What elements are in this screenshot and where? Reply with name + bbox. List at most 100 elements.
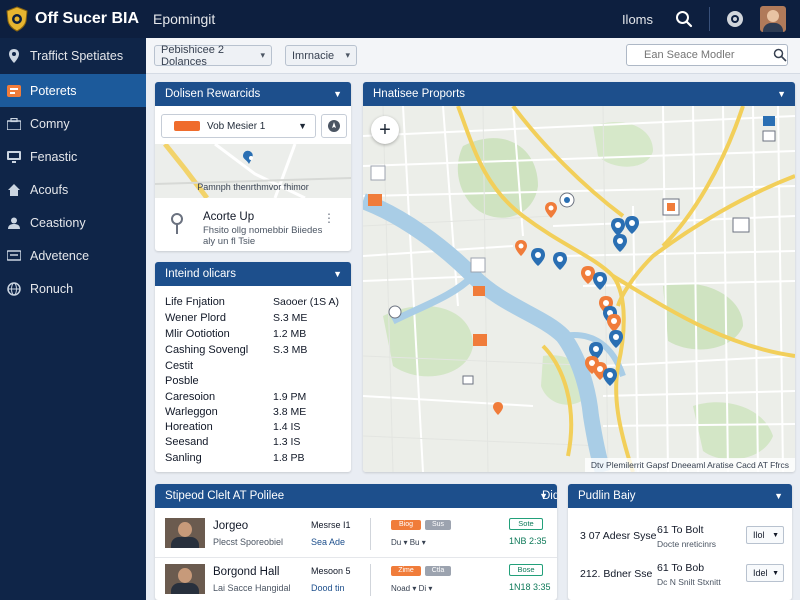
staff-role: Plecst Sporeobiel: [213, 537, 284, 547]
sidebar-item-advetence[interactable]: Advetence: [0, 239, 146, 272]
map-search-input[interactable]: [626, 44, 788, 66]
type-tag: Ctla: [425, 566, 451, 576]
date-range-select[interactable]: Pebishicee 2 Dolances ▾: [154, 43, 272, 68]
info-row-label: Mlir Ootiotion: [165, 328, 230, 340]
info-row-label: Horeation: [165, 421, 213, 433]
sidebar-item-label: Ceastiony: [30, 215, 86, 230]
public-panel-header[interactable]: Pudlin Baiy ▼: [568, 484, 792, 508]
staff-role: Lai Sacce Hangidal: [213, 583, 291, 593]
mini-map-caption: Pamnph thenrthmvor fhimor: [197, 182, 309, 192]
info-row-label: Wener Plord: [165, 312, 226, 324]
monitor-icon: [6, 149, 22, 165]
settings-gear-icon[interactable]: [722, 6, 748, 32]
chevron-down-icon: ▼: [298, 121, 307, 131]
info-row-value: 1.4 IS: [273, 421, 301, 433]
info-row-value: S.3 ME: [273, 312, 308, 324]
status-time: 1NB 2:35: [509, 536, 547, 546]
pub-select[interactable]: Ilol ▼: [746, 526, 784, 544]
tag-selectors[interactable]: Noad ▾ Di ▾: [391, 584, 432, 593]
sidebar-item-label: Acoufs: [30, 182, 69, 197]
user-avatar[interactable]: [760, 6, 786, 32]
info-panel-header[interactable]: Inteind olicars ▼: [155, 262, 351, 286]
more-options-icon[interactable]: ⋮: [323, 211, 335, 225]
info-row-value: 1.2 MB: [273, 328, 307, 340]
chevron-down-icon[interactable]: ▼: [777, 89, 786, 99]
staff-column-title: Didicellations: [542, 490, 557, 502]
pub-select-value: Ilol: [753, 530, 765, 540]
chevron-down-icon: ▼: [772, 569, 779, 577]
sidebar-item-poterets[interactable]: Poterets: [0, 74, 146, 107]
staff-panel-header[interactable]: Stipeod Clelt AT Polilee Didicellations …: [155, 484, 557, 508]
table-row[interactable]: Borgond Hall Lai Sacce Hangidal Mesoon 5…: [155, 558, 557, 600]
filter-bar: Pebishicee 2 Dolances ▾ Imrnacie ▾: [146, 38, 800, 74]
chevron-down-icon[interactable]: ▼: [774, 491, 783, 501]
table-row[interactable]: Jorgeo Plecst Sporeobiel Mesrse I1 Sea A…: [155, 512, 557, 558]
location-item[interactable]: Acorte Up Fhsito ollg nomebbir Biiedes a…: [155, 200, 351, 251]
list-item[interactable]: 212. Bdner Sse 61 To Bob Dc N Snilt Stxn…: [568, 556, 792, 598]
sidebar-item-fenastic[interactable]: Fenastic: [0, 140, 146, 173]
map-panel-header[interactable]: Hnatisee Proports ▼: [363, 82, 795, 106]
sidebar-item-ceastiony[interactable]: Ceastiony: [0, 206, 146, 239]
public-panel: Pudlin Baiy ▼ 3 07 Adesr Syse 61 To Bolt…: [568, 484, 792, 600]
info-panel-title: Inteind olicars: [165, 268, 236, 280]
location-panel-header[interactable]: Dolisen Rewarcids ▼: [155, 82, 351, 106]
sidebar-header-label: Traffict Spetiates: [30, 49, 124, 63]
search-icon[interactable]: [773, 48, 787, 62]
status-time: 1N18 3:35: [509, 582, 551, 592]
status-badge: Sote: [509, 518, 543, 530]
public-panel-title: Pudlin Baiy: [578, 490, 636, 502]
pushpin-icon: [171, 213, 183, 234]
status-badge: Bose: [509, 564, 543, 576]
staff-link[interactable]: Sea Ade: [311, 537, 345, 547]
pub-select[interactable]: Idel ▼: [746, 564, 784, 582]
info-row-value: 1.8 PB: [273, 452, 305, 464]
home-icon: [6, 182, 22, 198]
staff-link[interactable]: Dood tin: [311, 583, 345, 593]
chevron-down-icon[interactable]: ▼: [333, 89, 342, 99]
chevron-down-icon: ▾: [345, 50, 350, 60]
status-tag: [174, 121, 200, 131]
user-icon: [6, 215, 22, 231]
staff-photo: [165, 564, 205, 594]
globe-icon: [6, 281, 22, 297]
tag-selectors[interactable]: Du ▾ Bu ▾: [391, 538, 426, 547]
location-item-title: Acorte Up: [203, 211, 255, 223]
type-tag: Sus: [425, 520, 451, 530]
sidebar-item-label: Comny: [30, 116, 70, 131]
staff-panel-title: Stipeod Clelt AT Polilee: [165, 490, 285, 502]
city-map[interactable]: + Dtv Plemilerrit Gapsf Dneeaml Aratise …: [363, 106, 795, 472]
map-panel-title: Hnatisee Proports: [373, 88, 466, 100]
toolbar-divider: [709, 7, 710, 31]
map-attribution: Dtv Plemilerrit Gapsf Dneeaml Aratise Ca…: [584, 458, 795, 472]
staff-name: Borgond Hall: [213, 566, 280, 578]
info-row-label: Posble: [165, 375, 199, 387]
date-range-value: Pebishicee 2 Dolances: [161, 43, 224, 68]
zoom-in-button[interactable]: +: [371, 116, 399, 144]
location-select[interactable]: Vob Mesier 1 ▼: [161, 114, 316, 138]
sidebar-item-acoufs[interactable]: Acoufs: [0, 173, 146, 206]
info-row-label: Warleggon: [165, 406, 218, 418]
staff-panel: Stipeod Clelt AT Polilee Didicellations …: [155, 484, 557, 600]
chevron-down-icon[interactable]: ▼: [333, 269, 342, 279]
location-select-value: Vob Mesier 1: [207, 120, 266, 132]
search-icon[interactable]: [671, 6, 697, 32]
sidebar-item-label: Advetence: [30, 248, 90, 263]
staff-unit: Mesoon 5: [311, 566, 351, 576]
category-select[interactable]: Imrnacie ▾: [285, 45, 357, 66]
locate-button[interactable]: [321, 114, 347, 138]
category-tag: Zime: [391, 566, 421, 576]
briefcase-icon: [6, 116, 22, 132]
sidebar-header[interactable]: Traffict Spetiates: [0, 38, 146, 74]
location-item-subtitle: Fhsito ollg nomebbir Biiedes aly un fl T…: [203, 225, 323, 247]
app-title: Off Sucer BIA: [35, 10, 140, 27]
category-value: Imrnacie: [292, 49, 335, 62]
sidebar-item-comny[interactable]: Comny: [0, 107, 146, 140]
pub-address: 3 07 Adesr Syse: [580, 530, 657, 542]
sidebar-item-ronuch[interactable]: Ronuch: [0, 272, 146, 305]
top-link[interactable]: Iloms: [622, 12, 653, 27]
sidebar-item-label: Ronuch: [30, 281, 74, 296]
location-panel: Dolisen Rewarcids ▼ Vob Mesier 1 ▼ Pamnp…: [155, 82, 351, 251]
list-item[interactable]: 3 07 Adesr Syse 61 To Bolt Docte nretici…: [568, 514, 792, 556]
info-row-value: Saooer (1S A): [273, 296, 339, 308]
top-bar: Off Sucer BIA Epomingit Iloms: [0, 0, 800, 38]
